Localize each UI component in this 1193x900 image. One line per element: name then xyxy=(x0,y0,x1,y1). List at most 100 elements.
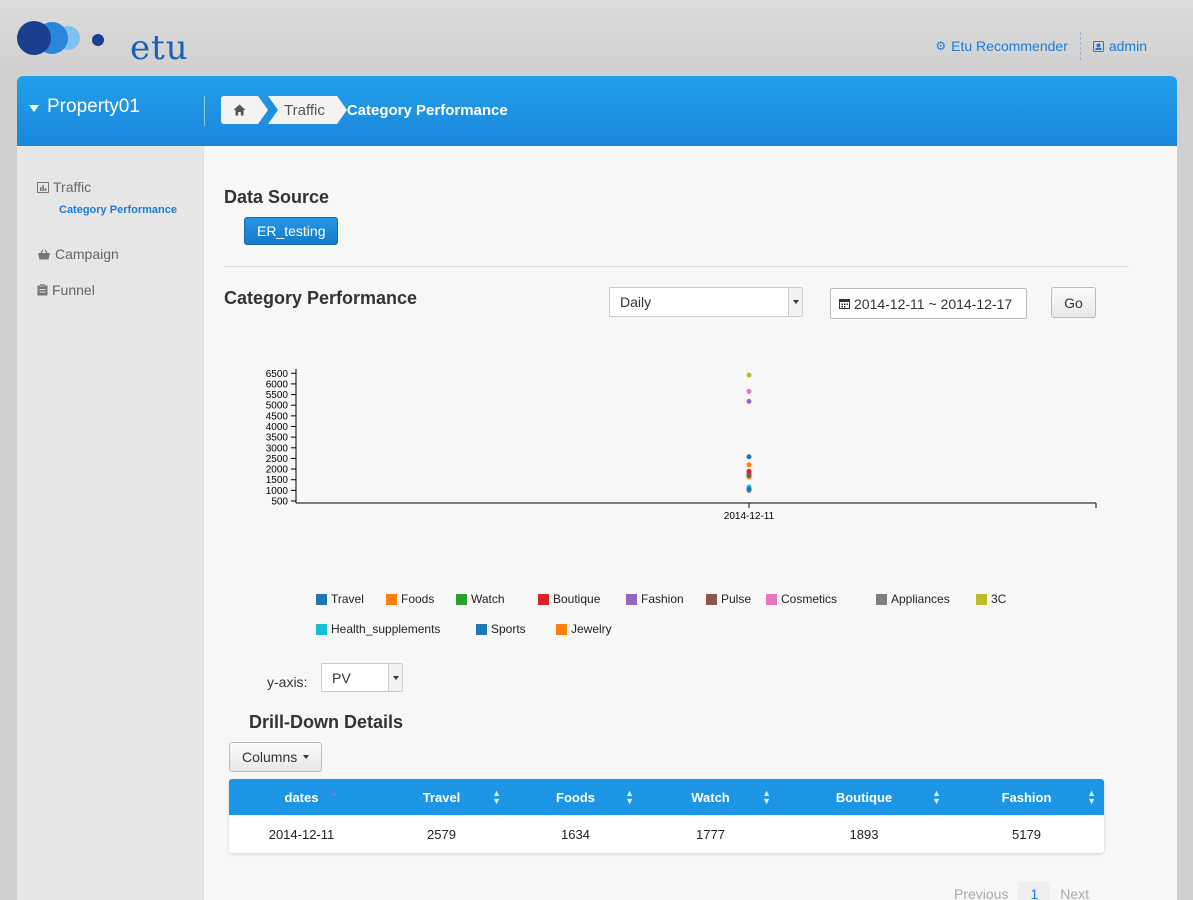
sidebar-item-traffic[interactable]: Traffic xyxy=(37,179,91,195)
etu-recommender-link[interactable]: ⚙ Etu Recommender xyxy=(935,38,1067,54)
pagination-next[interactable]: Next xyxy=(1050,882,1099,900)
legend-swatch xyxy=(556,623,567,635)
legend-item-jewelry[interactable]: Jewelry xyxy=(556,622,612,636)
column-header-dates[interactable]: dates ▲ xyxy=(229,779,374,815)
y-tick-label: 3500 xyxy=(266,433,289,444)
sort-icon: ▲ ▼ xyxy=(492,788,501,806)
y-tick-label: 6000 xyxy=(266,379,289,390)
y-tick-label: 3000 xyxy=(266,443,289,454)
sort-icon: ▲ ▼ xyxy=(1087,788,1096,806)
property-name: Property01 xyxy=(47,96,140,117)
column-header-label: Watch xyxy=(691,789,730,805)
y-tick-label: 2500 xyxy=(266,454,289,465)
columns-button-label: Columns xyxy=(242,749,298,765)
legend-swatch xyxy=(538,593,549,605)
column-header-travel[interactable]: Travel ▲ ▼ xyxy=(374,779,509,815)
home-icon xyxy=(233,104,246,116)
column-header-foods[interactable]: Foods ▲ ▼ xyxy=(509,779,642,815)
legend-item-watch[interactable]: Watch xyxy=(456,592,505,606)
chevron-down-icon xyxy=(388,664,402,691)
y-tick-label: 5500 xyxy=(266,390,289,401)
legend-item-health_supplements[interactable]: Health_supplements xyxy=(316,622,440,636)
sidebar-item-category-performance[interactable]: Category Performance xyxy=(59,204,177,216)
legend-item-travel[interactable]: Travel xyxy=(316,592,364,606)
etu-recommender-label: Etu Recommender xyxy=(951,38,1068,54)
header-divider xyxy=(204,96,205,126)
column-header-boutique[interactable]: Boutique ▲ ▼ xyxy=(779,779,949,815)
property-selector[interactable]: Property01 xyxy=(29,96,140,118)
breadcrumb-traffic[interactable]: Traffic xyxy=(268,96,347,124)
table-cell: 2014-12-11 xyxy=(268,826,335,842)
logo-circles-icon xyxy=(17,21,104,55)
pagination-page[interactable]: 1 xyxy=(1018,882,1051,900)
legend-item-3c[interactable]: 3C xyxy=(976,592,1006,606)
legend-swatch xyxy=(316,623,327,635)
breadcrumb-current: Category Performance xyxy=(346,101,508,119)
admin-link[interactable]: admin xyxy=(1092,38,1147,54)
y-axis-select[interactable]: PV xyxy=(321,663,403,692)
legend-item-cosmetics[interactable]: Cosmetics xyxy=(766,592,837,606)
sidebar-item-campaign[interactable]: Campaign xyxy=(37,246,119,262)
user-card-icon xyxy=(1092,40,1104,52)
legend-swatch xyxy=(476,623,487,635)
er-testing-button[interactable]: ER_testing xyxy=(244,217,339,245)
top-links-divider xyxy=(1079,32,1081,60)
pagination: Previous 1 Next xyxy=(944,882,1099,900)
data-point-jewelry xyxy=(746,462,752,468)
legend-swatch xyxy=(456,593,467,605)
y-tick-label: 4000 xyxy=(266,422,289,433)
legend-item-boutique[interactable]: Boutique xyxy=(538,592,600,606)
legend-label: Foods xyxy=(401,592,435,606)
logo-text: etu xyxy=(130,28,189,68)
bar-chart-icon xyxy=(37,181,49,193)
drill-down-table: dates ▲ Travel ▲ ▼ Foods ▲ ▼ Watch ▲ ▼ Boutique ▲ ▼ Fa… xyxy=(229,779,1104,853)
sidebar-item-funnel[interactable]: Funnel xyxy=(37,282,95,298)
legend-swatch xyxy=(876,593,887,605)
legend-item-pulse[interactable]: Pulse xyxy=(706,592,751,606)
table-header: dates ▲ Travel ▲ ▼ Foods ▲ ▼ Watch ▲ ▼ Boutique ▲ ▼ Fa… xyxy=(229,779,1104,815)
legend-item-sports[interactable]: Sports xyxy=(476,622,526,636)
column-header-label: Fashion xyxy=(1001,789,1052,805)
legend-label: Fashion xyxy=(641,592,684,606)
columns-button[interactable]: Columns xyxy=(229,742,323,772)
calendar-icon xyxy=(839,299,850,309)
legend-swatch xyxy=(386,593,397,605)
section-divider xyxy=(224,266,1129,267)
category-performance-title: Category Performance xyxy=(224,288,418,308)
drill-down-title: Drill-Down Details xyxy=(249,712,404,732)
table-cell: 1777 xyxy=(696,826,725,842)
legend-label: Cosmetics xyxy=(781,592,838,606)
clipboard-icon xyxy=(37,284,48,296)
data-point-3c xyxy=(746,372,752,378)
chevron-down-icon xyxy=(788,288,802,316)
y-axis-label: y-axis: xyxy=(267,674,308,690)
go-button[interactable]: Go xyxy=(1051,287,1096,318)
legend-item-foods[interactable]: Foods xyxy=(386,592,434,606)
y-tick-label: 1500 xyxy=(266,475,289,486)
pagination-previous[interactable]: Previous xyxy=(944,882,1018,900)
gear-icon: ⚙ xyxy=(935,39,947,53)
x-tick-label: 2014-12-11 xyxy=(724,511,775,522)
caret-down-icon xyxy=(29,105,39,112)
legend-item-appliances[interactable]: Appliances xyxy=(876,592,950,606)
y-tick-label: 1000 xyxy=(266,486,289,497)
legend-label: Sports xyxy=(491,622,526,636)
date-range-picker[interactable]: 2014-12-11 ~ 2014-12-17 xyxy=(830,288,1027,319)
content-area: Data Source ER_testing Category Performa… xyxy=(204,146,1177,900)
table-cell: 1634 xyxy=(561,826,590,842)
breadcrumb-home[interactable] xyxy=(221,96,268,124)
main-panel: Property01 Traffic Category Performance xyxy=(17,76,1177,900)
table-cell: 1893 xyxy=(849,826,879,842)
y-tick-label: 5000 xyxy=(266,401,289,412)
legend-label: Travel xyxy=(331,592,364,606)
table-row: 2014-12-11 2579 1634 1777 1893 5179 xyxy=(229,815,1104,853)
etu-logo[interactable]: etu xyxy=(16,16,188,68)
column-header-fashion[interactable]: Fashion ▲ ▼ xyxy=(949,779,1104,815)
category-performance-chart: 5001000150020002500300035004000450050005… xyxy=(266,369,1097,522)
data-point-cosmetics xyxy=(746,388,752,394)
interval-select[interactable]: Daily xyxy=(609,287,803,317)
legend-item-fashion[interactable]: Fashion xyxy=(626,592,684,606)
column-header-watch[interactable]: Watch ▲ ▼ xyxy=(642,779,779,815)
y-tick-label: 2000 xyxy=(266,465,289,476)
legend-swatch xyxy=(316,593,327,605)
